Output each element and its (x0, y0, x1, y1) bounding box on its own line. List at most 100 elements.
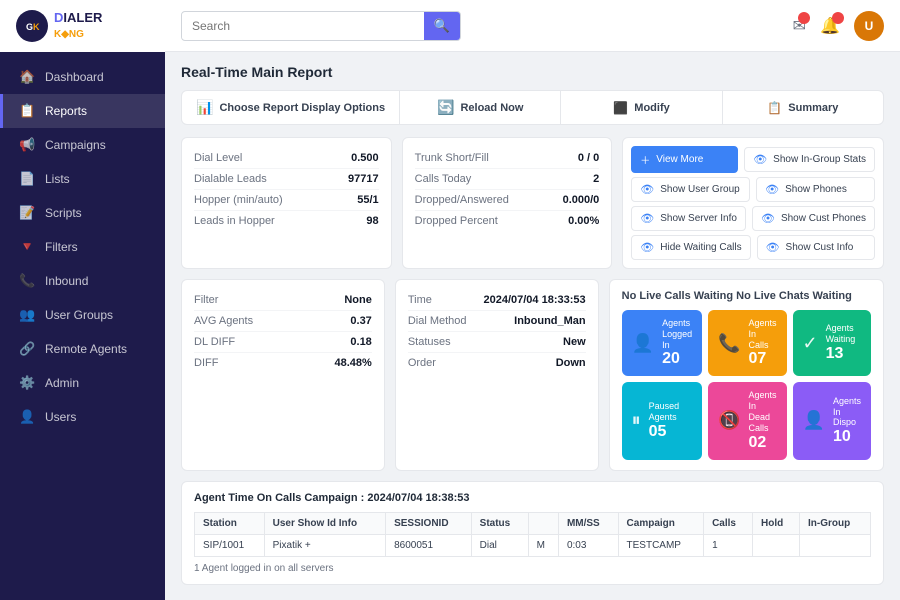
actions-panel: ＋ View More 👁 Show In-Group Stats 👁 Show… (622, 137, 884, 269)
show-phones-button[interactable]: 👁 Show Phones (756, 177, 875, 202)
bell-icon[interactable]: 🔔 (820, 16, 840, 36)
cell-hold (753, 534, 800, 556)
stat-row: Order Down (408, 353, 586, 373)
paused-agents-card[interactable]: ⏸ Paused Agents 05 (622, 382, 702, 459)
user-avatar[interactable]: U (854, 11, 884, 41)
action-row: 👁 Show Server Info 👁 Show Cust Phones (631, 206, 875, 231)
action-row: 👁 Hide Waiting Calls 👁 Show Cust Info (631, 235, 875, 260)
mail-icon[interactable]: ✉ (793, 16, 806, 36)
cell-in-group (800, 534, 871, 556)
modify-button[interactable]: ⬛ Modify (561, 91, 722, 124)
table-footer: 1 Agent logged in on all servers (194, 563, 871, 574)
agents-calls-icon: 📞 (718, 333, 740, 354)
agents-in-dispo-card[interactable]: 👤 Agents In Dispo 10 (793, 382, 871, 459)
logo-text: DIALERK◆NG (54, 11, 102, 40)
view-more-button[interactable]: ＋ View More (631, 146, 738, 173)
sidebar-item-user-groups[interactable]: 👥 User Groups (0, 298, 165, 332)
stat-row: AVG Agents 0.37 (194, 311, 372, 332)
col-campaign: Campaign (618, 512, 704, 534)
show-cust-info-button[interactable]: 👁 Show Cust Info (757, 235, 875, 260)
sidebar-item-filters[interactable]: 🔻 Filters (0, 230, 165, 264)
agents-dead-calls-card[interactable]: 📵 Agents In Dead Calls 02 (708, 382, 786, 459)
stat-row: Dial Method Inbound_Man (408, 311, 586, 332)
sidebar-item-admin[interactable]: ⚙️ Admin (0, 366, 165, 400)
logo: G K DIALERK◆NG (0, 0, 165, 52)
modify-icon: ⬛ (613, 101, 628, 115)
user-groups-icon: 👥 (19, 307, 35, 323)
col-flag (528, 512, 558, 534)
mail-badge (798, 12, 810, 24)
action-row: 👁 Show User Group 👁 Show Phones (631, 177, 875, 202)
col-calls: Calls (704, 512, 753, 534)
stat-row: DL DIFF 0.18 (194, 332, 372, 353)
sidebar-item-reports[interactable]: 📋 Reports (0, 94, 165, 128)
sidebar-item-label: Users (45, 410, 76, 424)
show-user-group-button[interactable]: 👁 Show User Group (631, 177, 750, 202)
sidebar-item-label: Scripts (45, 206, 82, 220)
admin-icon: ⚙️ (19, 375, 35, 391)
agents-logged-in-card[interactable]: 👤 Agents Logged In 20 (622, 310, 702, 376)
agent-cards-grid: 👤 Agents Logged In 20 📞 Agents In Calls … (622, 310, 871, 460)
cell-station: SIP/1001 (195, 534, 265, 556)
logo-icon: G K (16, 10, 48, 42)
sidebar-item-lists[interactable]: 📄 Lists (0, 162, 165, 196)
sidebar-item-campaigns[interactable]: 📢 Campaigns (0, 128, 165, 162)
sidebar-item-label: User Groups (45, 308, 113, 322)
agents-dispo-icon: 👤 (803, 410, 825, 431)
toolbar-btn-label: Summary (788, 102, 838, 114)
hide-waiting-calls-button[interactable]: 👁 Hide Waiting Calls (631, 235, 750, 260)
sidebar-item-users[interactable]: 👤 Users (0, 400, 165, 434)
eye-icon: 👁 (640, 241, 654, 254)
sidebar-item-dashboard[interactable]: 🏠 Dashboard (0, 60, 165, 94)
sidebar-item-scripts[interactable]: 📝 Scripts (0, 196, 165, 230)
cell-calls: 1 (704, 534, 753, 556)
cell-mmss: 0:03 (558, 534, 618, 556)
agent-cards-panel: No Live Calls Waiting No Live Chats Wait… (609, 279, 884, 471)
dead-calls-icon: 📵 (718, 410, 740, 431)
sidebar-item-remote-agents[interactable]: 🔗 Remote Agents (0, 332, 165, 366)
bottom-title: Agent Time On Calls Campaign : 2024/07/0… (194, 492, 871, 504)
reload-button[interactable]: 🔄 Reload Now (400, 91, 561, 124)
stat-row: Statuses New (408, 332, 586, 353)
agents-in-calls-card[interactable]: 📞 Agents In Calls 07 (708, 310, 786, 376)
agent-logged-in-icon: 👤 (632, 333, 654, 354)
search-box: 🔍 (181, 11, 461, 41)
agents-waiting-icon: ✓ (803, 333, 818, 354)
home-icon: 🏠 (19, 69, 35, 85)
action-row: ＋ View More 👁 Show In-Group Stats (631, 146, 875, 173)
sidebar-item-label: Lists (45, 172, 70, 186)
stat-row: Dropped Percent 0.00% (415, 211, 600, 231)
summary-button[interactable]: 📋 Summary (723, 91, 883, 124)
agents-waiting-card[interactable]: ✓ Agents Waiting 13 (793, 310, 871, 376)
stats-grid-bottom: Filter None AVG Agents 0.37 DL DIFF 0.18… (181, 279, 884, 471)
sidebar-item-label: Inbound (45, 274, 88, 288)
cell-flag: M (528, 534, 558, 556)
stat-row: Hopper (min/auto) 55/1 (194, 190, 379, 211)
sidebar-item-label: Dashboard (45, 70, 104, 84)
sidebar-item-label: Campaigns (45, 138, 106, 152)
agent-time-table: Station User Show Id Info SESSIONID Stat… (194, 512, 871, 557)
eye-icon: 👁 (753, 153, 767, 166)
summary-icon: 📋 (767, 101, 782, 115)
choose-report-button[interactable]: 📊 Choose Report Display Options (182, 91, 400, 124)
plus-icon: ＋ (640, 152, 650, 167)
users-icon: 👤 (19, 409, 35, 425)
search-input[interactable] (182, 13, 424, 39)
sidebar: G K DIALERK◆NG 🏠 Dashboard 📋 Reports 📢 C… (0, 0, 165, 600)
lists-icon: 📄 (19, 171, 35, 187)
mid-stats-panel-2: Time 2024/07/04 18:33:53 Dial Method Inb… (395, 279, 599, 471)
show-ingroup-stats-button[interactable]: 👁 Show In-Group Stats (744, 147, 875, 172)
show-cust-phones-button[interactable]: 👁 Show Cust Phones (752, 206, 875, 231)
sidebar-item-inbound[interactable]: 📞 Inbound (0, 264, 165, 298)
eye-icon: 👁 (766, 241, 780, 254)
search-icon: 🔍 (434, 18, 450, 33)
stat-row: Dropped/Answered 0.000/0 (415, 190, 600, 211)
show-server-info-button[interactable]: 👁 Show Server Info (631, 206, 746, 231)
bell-badge (832, 12, 844, 24)
stats-grid-top: Dial Level 0.500 Dialable Leads 97717 Ho… (181, 137, 884, 269)
eye-icon: 👁 (765, 183, 779, 196)
search-button[interactable]: 🔍 (424, 12, 460, 40)
toolbar: 📊 Choose Report Display Options 🔄 Reload… (181, 90, 884, 125)
page-title: Real-Time Main Report (181, 64, 884, 80)
reload-icon: 🔄 (437, 99, 454, 116)
